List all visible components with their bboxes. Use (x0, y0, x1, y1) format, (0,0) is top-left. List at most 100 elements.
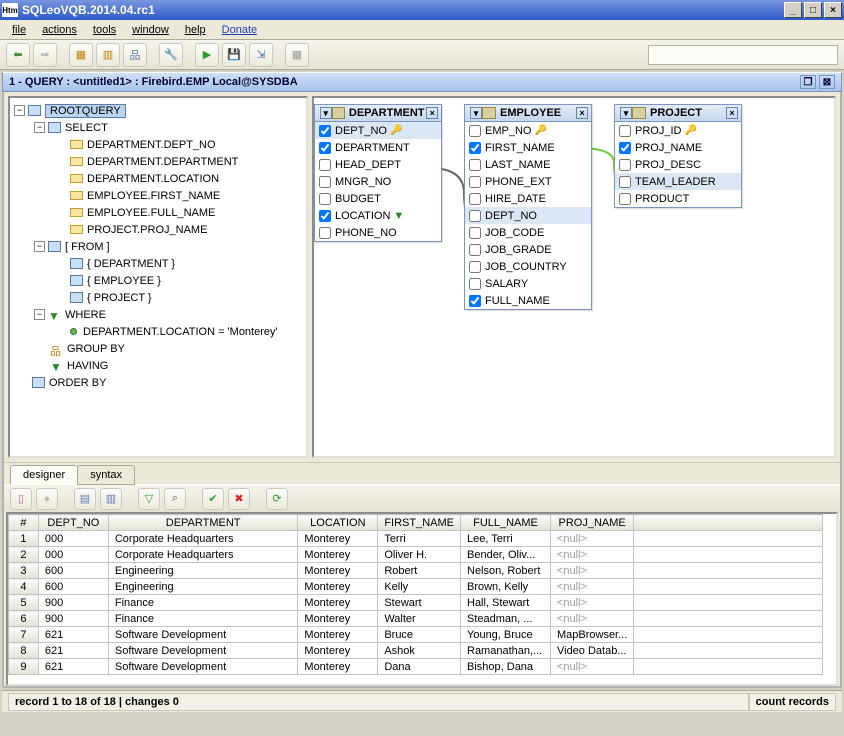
column-checkbox[interactable] (469, 278, 481, 290)
column-checkbox[interactable] (469, 193, 481, 205)
column-checkbox[interactable] (469, 210, 481, 222)
entity-menu-icon[interactable]: ▾ (620, 107, 632, 119)
table-cell[interactable]: Monterey (298, 659, 378, 675)
table-cell[interactable]: 621 (38, 659, 108, 675)
table-cell[interactable]: Engineering (108, 579, 298, 595)
table-cell[interactable]: Monterey (298, 643, 378, 659)
table-cell[interactable]: Brown, Kelly (461, 579, 551, 595)
table-row[interactable]: 9621Software DevelopmentMontereyDanaBish… (9, 659, 823, 675)
column-checkbox[interactable] (619, 176, 631, 188)
tree-from-table[interactable]: { DEPARTMENT } (12, 255, 304, 272)
entity-column-head_dept[interactable]: HEAD_DEPT (315, 156, 441, 173)
column-checkbox[interactable] (319, 142, 331, 154)
tree-root[interactable]: − ROOTQUERY (12, 102, 304, 119)
entity-column-location[interactable]: LOCATION▼ (315, 207, 441, 224)
menu-window[interactable]: window (124, 22, 177, 38)
results-find-button[interactable]: ⌕ (164, 488, 186, 510)
entity-titlebar[interactable]: ▾PROJECT× (615, 105, 741, 122)
entity-column-phone_no[interactable]: PHONE_NO (315, 224, 441, 241)
column-checkbox[interactable] (319, 193, 331, 205)
table-cell[interactable]: Kelly (378, 579, 461, 595)
entity-column-proj_name[interactable]: PROJ_NAME (615, 139, 741, 156)
misc-button[interactable]: ▦ (285, 43, 309, 67)
table-cell[interactable]: Corporate Headquarters (108, 531, 298, 547)
results-header-cell[interactable]: FIRST_NAME (378, 515, 461, 531)
table-cell[interactable]: Nelson, Robert (461, 563, 551, 579)
tree-where-condition[interactable]: DEPARTMENT.LOCATION = 'Monterey' (12, 323, 304, 340)
entity-menu-icon[interactable]: ▾ (470, 107, 482, 119)
query-maximize-button[interactable]: ❐ (800, 75, 816, 89)
table-cell[interactable]: 621 (38, 643, 108, 659)
column-checkbox[interactable] (319, 227, 331, 239)
table-row[interactable]: 7621Software DevelopmentMontereyBruceYou… (9, 627, 823, 643)
results-grid2-button[interactable]: ▥ (100, 488, 122, 510)
column-checkbox[interactable] (319, 125, 331, 137)
results-header-cell[interactable]: DEPARTMENT (108, 515, 298, 531)
column-checkbox[interactable] (469, 176, 481, 188)
query-close-button[interactable]: ⊠ (819, 75, 835, 89)
entity-column-department[interactable]: DEPARTMENT (315, 139, 441, 156)
table-cell[interactable]: Oliver H. (378, 547, 461, 563)
table-cell[interactable]: Bruce (378, 627, 461, 643)
table-cell[interactable]: 900 (38, 595, 108, 611)
run-button[interactable]: ▶ (195, 43, 219, 67)
column-checkbox[interactable] (469, 142, 481, 154)
entity-column-emp_no[interactable]: EMP_NO🔑 (465, 122, 591, 139)
results-header-cell[interactable]: LOCATION (298, 515, 378, 531)
entity-close-icon[interactable]: × (426, 107, 438, 119)
entity-menu-icon[interactable]: ▾ (320, 107, 332, 119)
results-grid[interactable]: #DEPT_NODEPARTMENTLOCATIONFIRST_NAMEFULL… (6, 512, 838, 686)
column-checkbox[interactable] (319, 210, 331, 222)
entity-column-full_name[interactable]: FULL_NAME (465, 292, 591, 309)
tree-toggle-icon[interactable]: − (34, 309, 45, 320)
column-checkbox[interactable] (469, 261, 481, 273)
table-cell[interactable]: Walter (378, 611, 461, 627)
results-rollback-button[interactable]: ✖ (228, 488, 250, 510)
minimize-button[interactable]: _ (784, 2, 802, 18)
table-cell[interactable]: Monterey (298, 579, 378, 595)
tree-select-column[interactable]: DEPARTMENT.LOCATION (12, 170, 304, 187)
menu-tools[interactable]: tools (85, 22, 124, 38)
results-header-cell[interactable]: # (9, 515, 39, 531)
table-cell[interactable]: Terri (378, 531, 461, 547)
column-checkbox[interactable] (619, 125, 631, 137)
table-row[interactable]: 8621Software DevelopmentMontereyAshokRam… (9, 643, 823, 659)
results-header-cell[interactable]: DEPT_NO (38, 515, 108, 531)
table-cell[interactable]: 621 (38, 627, 108, 643)
tree-where[interactable]: − ▼ WHERE (12, 306, 304, 323)
menu-donate[interactable]: Donate (214, 22, 265, 38)
table-cell[interactable]: Steadman, ... (461, 611, 551, 627)
tree-select-column[interactable]: EMPLOYEE.FULL_NAME (12, 204, 304, 221)
tree-orderby[interactable]: ORDER BY (12, 374, 304, 391)
entity-column-product[interactable]: PRODUCT (615, 190, 741, 207)
table-cell[interactable]: Video Datab... (550, 643, 633, 659)
results-stop-button[interactable]: ● (36, 488, 58, 510)
table-cell[interactable]: Software Development (108, 643, 298, 659)
table-cell[interactable]: Monterey (298, 547, 378, 563)
column-checkbox[interactable] (469, 244, 481, 256)
entity-column-phone_ext[interactable]: PHONE_EXT (465, 173, 591, 190)
tree-having[interactable]: ▼ HAVING (12, 357, 304, 374)
table-cell[interactable]: <null> (550, 531, 633, 547)
table-cell[interactable]: Finance (108, 595, 298, 611)
table-cell[interactable]: Monterey (298, 531, 378, 547)
tree-groupby[interactable]: 品 GROUP BY (12, 340, 304, 357)
entity-close-icon[interactable]: × (576, 107, 588, 119)
column-checkbox[interactable] (619, 142, 631, 154)
table-cell[interactable]: Dana (378, 659, 461, 675)
table-cell[interactable]: 600 (38, 563, 108, 579)
table-row[interactable]: 1000Corporate HeadquartersMontereyTerriL… (9, 531, 823, 547)
menu-file[interactable]: file (4, 22, 34, 38)
table-row[interactable]: 5900FinanceMontereyStewartHall, Stewart<… (9, 595, 823, 611)
table-cell[interactable]: Monterey (298, 611, 378, 627)
tree-select-column[interactable]: DEPARTMENT.DEPT_NO (12, 136, 304, 153)
results-filter-button[interactable]: ▽ (138, 488, 160, 510)
maximize-button[interactable]: □ (804, 2, 822, 18)
entity-column-proj_id[interactable]: PROJ_ID🔑 (615, 122, 741, 139)
tree-toggle-icon[interactable]: − (34, 122, 45, 133)
table-cell[interactable]: <null> (550, 579, 633, 595)
column-checkbox[interactable] (619, 159, 631, 171)
entity-column-dept_no[interactable]: DEPT_NO (465, 207, 591, 224)
entity-column-job_grade[interactable]: JOB_GRADE (465, 241, 591, 258)
table-cell[interactable]: Young, Bruce (461, 627, 551, 643)
